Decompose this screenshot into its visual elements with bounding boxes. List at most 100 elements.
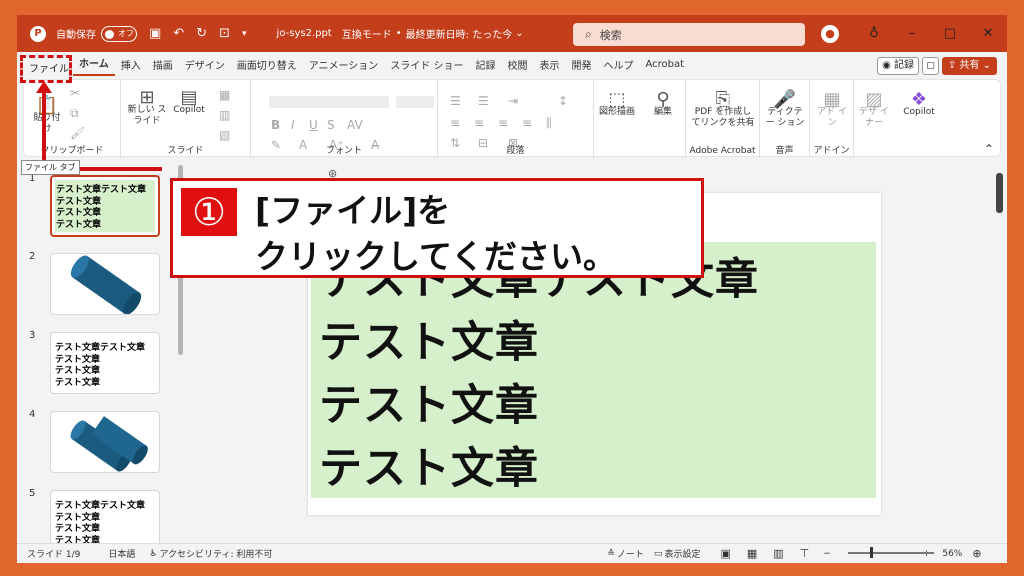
tab-slideshow[interactable]: スライド ショー <box>384 57 469 72</box>
slide-thumbnail-4[interactable] <box>50 411 160 473</box>
reset-icon[interactable]: ▥ <box>219 108 230 122</box>
tab-design[interactable]: デザイン <box>179 57 231 72</box>
designer-button[interactable]: ▨ デザ イナー <box>856 91 892 129</box>
notes-icon[interactable]: ≙ <box>607 549 615 559</box>
sorter-view-icon[interactable]: ▦ <box>747 547 757 560</box>
shape-draw-button[interactable]: ⬚ 図形描画 <box>596 91 638 118</box>
fit-window-icon[interactable]: ⊕ <box>972 547 981 560</box>
edit-button[interactable]: ⚲ 編集 <box>644 91 682 118</box>
dictate-button[interactable]: 🎤 ディクテー ション <box>764 91 806 129</box>
slide-textbox[interactable]: テスト文章テスト文章 テスト文章 テスト文章 テスト文章 <box>311 242 876 498</box>
save-icon[interactable]: ▣ <box>149 26 161 41</box>
tab-help[interactable]: ヘルプ <box>598 57 640 72</box>
format-painter-icon[interactable]: 🖌 <box>70 126 85 140</box>
slide-text-line: テスト文章 <box>319 318 539 368</box>
collapse-ribbon-icon[interactable]: ⌃ <box>984 142 994 156</box>
copy-icon[interactable]: ⧉ <box>70 106 79 121</box>
chevron-down-icon[interactable]: ⌄ <box>515 28 523 39</box>
addin-button[interactable]: ▦ アド イン <box>814 89 850 129</box>
autosave-label: 自動保存 <box>56 30 96 41</box>
reading-view-icon[interactable]: ▥ <box>773 547 783 560</box>
char-spacing-icon[interactable]: AV <box>347 118 363 132</box>
slideshow-view-icon[interactable]: ⊤ <box>800 547 810 560</box>
line-spacing-icon[interactable]: ↕ <box>558 94 568 108</box>
view-settings-button[interactable]: 表示設定 <box>664 547 700 560</box>
designer-group: ▨ デザ イナー <box>854 80 894 158</box>
columns-icon[interactable]: ⫼ <box>546 116 552 131</box>
new-slide-button[interactable]: ⊞ 新しい スライド <box>127 89 167 127</box>
group-label-font: フォント <box>325 146 362 156</box>
tab-file[interactable]: ファイル <box>29 60 69 75</box>
copilot-slide-button[interactable]: ▤ Copilot <box>169 89 209 116</box>
lightbulb-icon[interactable]: ♁ <box>855 26 893 41</box>
layout-icon[interactable]: ▦ <box>219 88 230 102</box>
last-modified[interactable]: 最終更新日時: たった今 <box>406 26 513 41</box>
slide-thumbnail-2[interactable] <box>50 253 160 315</box>
tab-review[interactable]: 校閲 <box>502 57 534 72</box>
search-box[interactable]: ⌕ 検索 <box>573 23 805 46</box>
accessibility-icon: ♿ <box>149 548 158 559</box>
cylinder-shape-image <box>70 255 142 314</box>
redo-icon[interactable]: ↻ <box>196 26 207 41</box>
undo-icon[interactable]: ↶ <box>173 26 184 41</box>
share-button[interactable]: ⇪ 共有 ⌄ <box>941 57 997 75</box>
align-center-icon[interactable]: ≡ <box>474 116 484 130</box>
powerpoint-window: P 自動保存 オフ ▣ ↶ ↻ ⊡ ▾ jo-sys2.ppt 互換モード • … <box>17 15 1007 563</box>
underline-icon[interactable]: U <box>309 118 318 132</box>
zoom-level[interactable]: 56% <box>942 549 962 559</box>
indent-icon[interactable]: ⇥ <box>508 94 518 108</box>
search-icon: ⌕ <box>585 27 592 41</box>
italic-icon[interactable]: I <box>291 118 295 132</box>
present-icon[interactable]: ⊡ <box>219 26 230 41</box>
font-size-select[interactable] <box>396 96 434 108</box>
thumb-number: 5 <box>29 488 36 499</box>
slide-thumbnail-1[interactable]: テスト文章テスト文章 テスト文章 テスト文章 テスト文章 <box>50 175 160 237</box>
accessibility-status[interactable]: アクセシビリティ: 利用不可 <box>159 547 272 560</box>
close-button[interactable]: ✕ <box>969 26 1007 41</box>
tab-insert[interactable]: 挿入 <box>115 57 147 72</box>
slide-scrollbar[interactable] <box>996 173 1003 213</box>
paragraph-group: ☰ ☰ ⇥ ↕ ≡ ≡ ≡ ≡ ⫼ ⇅ ⊟ ⊠ 段落 <box>438 80 594 158</box>
bold-icon[interactable]: B <box>271 118 280 132</box>
tab-animations[interactable]: アニメーション <box>303 57 385 72</box>
notes-button[interactable]: ノート <box>617 547 644 560</box>
align-right-icon[interactable]: ≡ <box>498 116 508 130</box>
tab-record[interactable]: 記録 <box>470 57 502 72</box>
paste-button[interactable]: 📋 貼り付け <box>30 95 64 135</box>
maximize-button[interactable]: □ <box>931 26 969 41</box>
zoom-slider[interactable] <box>848 552 934 554</box>
tab-developer[interactable]: 開発 <box>566 57 598 72</box>
pdf-create-button[interactable]: ⎘ PDF を作成し てリンクを共有 <box>690 91 756 129</box>
autosave-toggle[interactable]: オフ <box>101 25 137 42</box>
zoom-slider-thumb[interactable] <box>870 547 873 558</box>
copilot-button[interactable]: ❖ Copilot <box>896 91 942 118</box>
font-name-select[interactable] <box>269 96 389 108</box>
tab-transitions[interactable]: 画面切り替え <box>231 57 303 72</box>
account-avatar[interactable]: ● <box>821 24 839 43</box>
align-left-icon[interactable]: ≡ <box>450 116 460 130</box>
tab-draw[interactable]: 描画 <box>147 57 179 72</box>
section-icon[interactable]: ▧ <box>219 128 230 142</box>
view-settings-icon[interactable]: ▭ <box>654 549 663 559</box>
bullets-icon[interactable]: ☰ <box>450 94 461 108</box>
customize-icon[interactable]: ▾ <box>242 29 247 39</box>
justify-icon[interactable]: ≡ <box>522 116 532 130</box>
minimize-button[interactable]: – <box>893 26 931 41</box>
copilot-group: ❖ Copilot <box>894 80 944 158</box>
zoom-out-icon[interactable]: − <box>823 549 831 559</box>
numbering-icon[interactable]: ☰ <box>478 94 489 108</box>
slide-thumbnail-3[interactable]: テスト文章テスト文章 テスト文章 テスト文章 テスト文章 <box>50 332 160 394</box>
strikethrough-icon[interactable]: S <box>327 118 335 132</box>
comment-icon[interactable]: ▢ <box>922 57 939 75</box>
record-button[interactable]: ◉ 記録 <box>877 57 919 75</box>
tab-acrobat[interactable]: Acrobat <box>640 59 691 70</box>
tab-home[interactable]: ホーム <box>73 53 115 76</box>
tab-view[interactable]: 表示 <box>534 57 566 72</box>
compat-mode: 互換モード <box>341 30 392 41</box>
paste-icon: 📋 <box>35 95 59 116</box>
cut-icon[interactable]: ✂ <box>70 86 80 100</box>
normal-view-icon[interactable]: ▣ <box>720 547 730 560</box>
language-status[interactable]: 日本語 <box>108 547 135 560</box>
addin-icon: ▦ <box>823 89 841 110</box>
arrow-head <box>36 81 52 93</box>
